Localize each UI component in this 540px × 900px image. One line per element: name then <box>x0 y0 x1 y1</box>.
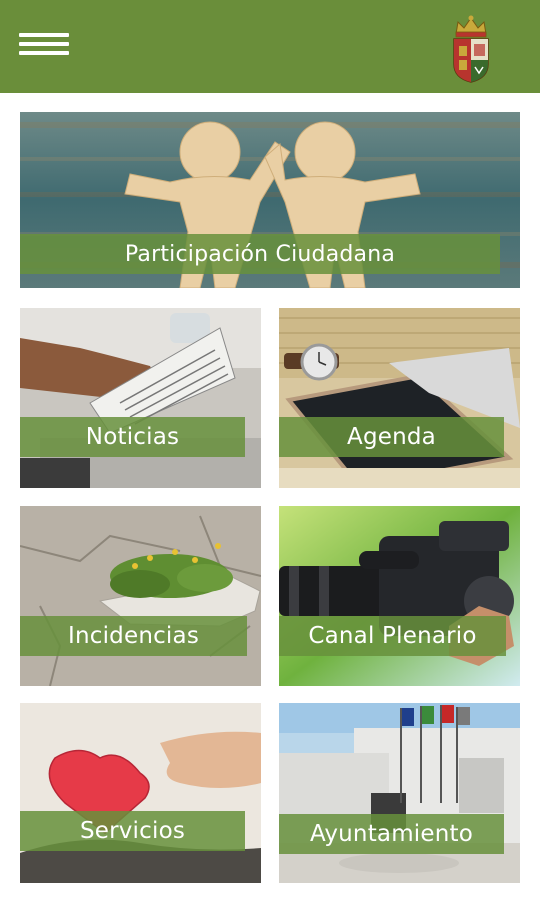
tile-label: Canal Plenario <box>279 616 506 656</box>
broken-pavement-with-plants-image <box>20 506 261 686</box>
tile-canal-plenario[interactable]: Canal Plenario <box>279 506 520 686</box>
tile-agenda[interactable]: Agenda <box>279 308 520 488</box>
hands-holding-newspaper-image <box>20 308 261 488</box>
hamburger-menu-icon[interactable] <box>19 33 69 60</box>
hands-holding-heart-image <box>20 703 261 883</box>
coat-of-arms-icon <box>453 15 489 83</box>
tile-label: Servicios <box>20 811 245 851</box>
video-camera-image <box>279 506 520 686</box>
tile-label: Incidencias <box>20 616 247 656</box>
tile-label: Noticias <box>20 417 245 457</box>
tile-label: Ayuntamiento <box>279 814 504 854</box>
tile-label: Agenda <box>279 417 504 457</box>
tile-servicios[interactable]: Servicios <box>20 703 261 883</box>
tile-label: Participación Ciudadana <box>20 234 500 274</box>
tile-ayuntamiento[interactable]: Ayuntamiento <box>279 703 520 883</box>
tile-noticias[interactable]: Noticias <box>20 308 261 488</box>
town-hall-building-with-flags-image <box>279 703 520 883</box>
tile-incidencias[interactable]: Incidencias <box>20 506 261 686</box>
app-header <box>0 0 540 93</box>
tablet-and-wristwatch-image <box>279 308 520 488</box>
tile-participacion-ciudadana[interactable]: Participación Ciudadana <box>20 112 520 288</box>
